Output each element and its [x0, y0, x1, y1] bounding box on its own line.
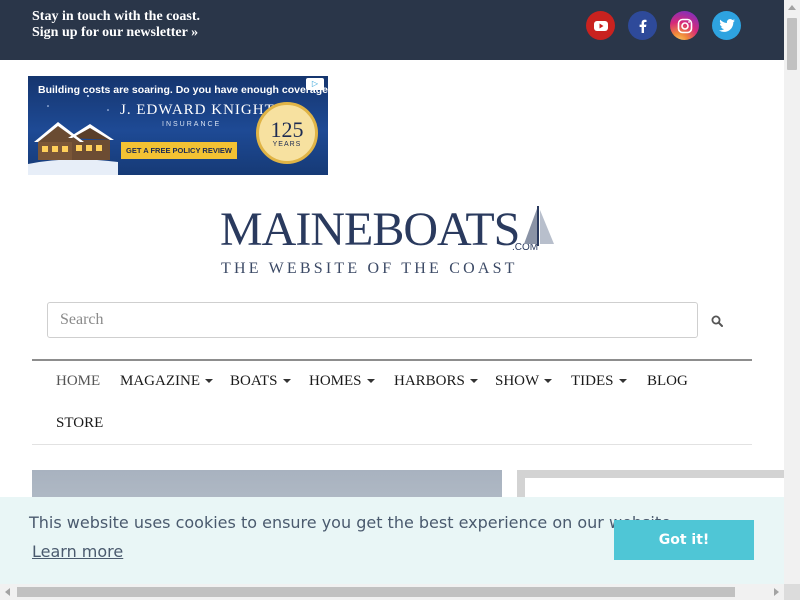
learn-more-link[interactable]: Learn more	[32, 542, 123, 561]
nav-item-store[interactable]: STORE	[56, 415, 103, 432]
search-icon[interactable]	[706, 310, 728, 332]
ad-badge-number: 125	[270, 116, 304, 142]
facebook-icon[interactable]	[628, 11, 657, 40]
insurance-ad-banner[interactable]: Building costs are soaring. Do you have …	[28, 76, 328, 175]
ad-company-name: J. EDWARD KNIGHT	[120, 102, 275, 118]
ad-company-sub: INSURANCE	[162, 121, 222, 128]
nav-item-show[interactable]: SHOW	[495, 373, 553, 390]
nav-item-magazine[interactable]: MAGAZINE	[120, 373, 213, 390]
nav-item-harbors[interactable]: HARBORS	[394, 373, 478, 390]
accept-cookies-button[interactable]: Got it!	[614, 520, 754, 560]
nav-item-boats[interactable]: BOATS	[230, 373, 291, 390]
nav-item-homes[interactable]: HOMES	[309, 373, 375, 390]
scroll-left-arrow-icon[interactable]	[5, 588, 10, 596]
horizontal-scrollbar[interactable]	[0, 584, 784, 600]
top-bar: Stay in touch with the coast. Sign up fo…	[0, 0, 784, 60]
newsletter-signup-link[interactable]: Sign up for our newsletter »	[32, 25, 200, 41]
caret-down-icon	[618, 378, 627, 383]
newsletter-promo: Stay in touch with the coast. Sign up fo…	[32, 9, 200, 41]
nav-item-label: MAGAZINE	[120, 373, 200, 389]
newsletter-tagline: Stay in touch with the coast.	[32, 9, 201, 24]
site-logo[interactable]: MAINEBOATS .COM THE WEBSITE OF THE COAST	[220, 204, 566, 282]
cookie-consent-banner: This website uses cookies to ensure you …	[0, 497, 784, 584]
ad-cta-button[interactable]: GET A FREE POLICY REVIEW	[121, 142, 237, 159]
scroll-up-arrow-icon[interactable]	[788, 5, 796, 10]
twitter-icon[interactable]	[712, 11, 741, 40]
caret-down-icon	[366, 378, 375, 383]
instagram-icon[interactable]	[670, 11, 699, 40]
nav-item-label: BLOG	[647, 373, 688, 389]
nav-item-label: HOMES	[309, 373, 362, 389]
nav-item-label: TIDES	[571, 373, 614, 389]
page: Stay in touch with the coast. Sign up fo…	[0, 0, 800, 600]
ad-anniversary-badge: 125 YEARS	[256, 102, 318, 164]
nav-item-label: HOME	[56, 373, 101, 389]
sailboat-icon	[524, 206, 554, 246]
nav-item-blog[interactable]: BLOG	[647, 373, 688, 390]
nav-item-label: BOATS	[230, 373, 278, 389]
caret-down-icon	[544, 378, 553, 383]
nav-item-home[interactable]: HOME	[56, 373, 100, 390]
search-input[interactable]	[47, 302, 698, 338]
caret-down-icon	[469, 378, 478, 383]
vertical-scrollbar[interactable]	[784, 0, 800, 584]
logo-wordmark: MAINEBOATS	[220, 203, 520, 256]
scrollbar-corner	[784, 584, 800, 600]
vertical-scroll-thumb[interactable]	[787, 18, 797, 70]
horizontal-scroll-thumb[interactable]	[17, 587, 735, 597]
logo-tagline: THE WEBSITE OF THE COAST	[221, 260, 518, 277]
nav-item-label: HARBORS	[394, 373, 465, 389]
adchoices-icon[interactable]: ▷	[306, 78, 324, 90]
cookie-message: This website uses cookies to ensure you …	[29, 513, 677, 532]
caret-down-icon	[205, 378, 213, 383]
youtube-icon[interactable]	[586, 11, 615, 40]
ad-badge-label: YEARS	[272, 140, 302, 148]
nav-item-tides[interactable]: TIDES	[571, 373, 627, 390]
caret-down-icon	[282, 378, 291, 383]
nav-item-label: STORE	[56, 415, 104, 431]
nav-item-label: SHOW	[495, 373, 540, 389]
main-nav: HOME MAGAZINE BOATS HOMES HARBORS SHOW T…	[32, 359, 752, 445]
scroll-right-arrow-icon[interactable]	[774, 588, 779, 596]
ad-headline: Building costs are soaring. Do you have …	[38, 84, 328, 96]
